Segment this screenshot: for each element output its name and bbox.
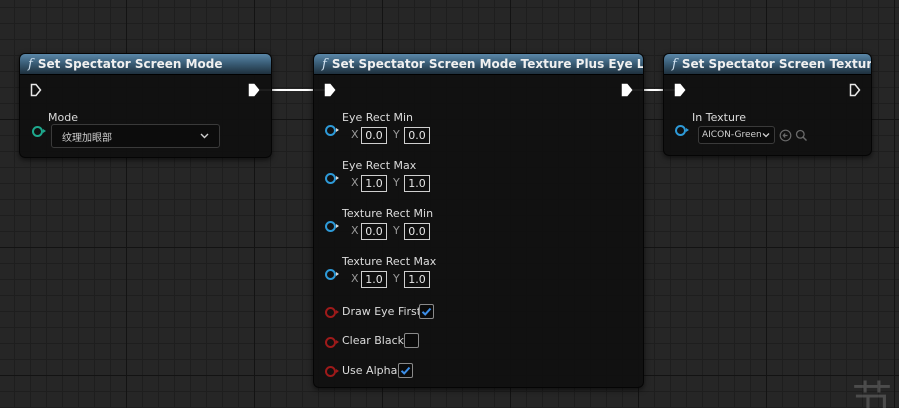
function-icon: f	[322, 56, 327, 72]
texture-rect-min-label: Texture Rect Min	[342, 207, 434, 220]
watermark-glyph: 节	[852, 378, 892, 408]
axis-y-label: Y	[393, 272, 400, 285]
eye-rect-max-x-input[interactable]: 1.0	[361, 175, 387, 192]
axis-y-label: Y	[393, 176, 400, 189]
clear-black-pin[interactable]	[325, 337, 339, 348]
in-texture-value: AICON-Green	[702, 130, 762, 140]
chevron-down-icon	[200, 133, 209, 139]
exec-out-pin[interactable]	[248, 83, 260, 97]
axis-x-label: X	[351, 272, 359, 285]
node-header[interactable]: f Set Spectator Screen Texture	[664, 54, 871, 75]
chevron-down-icon	[762, 133, 770, 138]
texture-rect-max-x-input[interactable]: 1.0	[361, 271, 387, 288]
texture-rect-max-label: Texture Rect Max	[342, 255, 437, 268]
exec-out-pin[interactable]	[621, 83, 633, 97]
node-title: Set Spectator Screen Texture	[681, 57, 872, 71]
use-alpha-pin[interactable]	[325, 366, 339, 377]
node-header[interactable]: f Set Spectator Screen Mode	[20, 54, 271, 75]
axis-x-label: X	[351, 224, 359, 237]
draw-eye-first-label: Draw Eye First	[342, 305, 422, 318]
node-header[interactable]: f Set Spectator Screen Mode Texture Plus…	[314, 54, 643, 75]
mode-label: Mode	[48, 111, 78, 124]
eye-rect-min-x-input[interactable]: 0.0	[361, 127, 387, 144]
mode-dropdown[interactable]: 纹理加眼部	[51, 124, 220, 148]
exec-in-pin[interactable]	[674, 83, 686, 97]
eye-rect-max-y-input[interactable]: 1.0	[404, 175, 430, 192]
mode-dropdown-value: 纹理加眼部	[62, 132, 112, 144]
node-set-spectator-screen-mode[interactable]: f Set Spectator Screen Mode Mode 纹理加眼部	[19, 53, 272, 158]
eye-rect-max-label: Eye Rect Max	[342, 159, 417, 172]
clear-black-checkbox[interactable]	[404, 333, 419, 348]
texture-rect-min-x-input[interactable]: 0.0	[361, 223, 387, 240]
draw-eye-first-checkbox[interactable]	[419, 304, 434, 319]
in-texture-asset-picker[interactable]: AICON-Green	[698, 126, 775, 144]
exec-out-pin[interactable]	[849, 83, 861, 97]
axis-x-label: X	[351, 176, 359, 189]
use-alpha-label: Use Alpha	[342, 364, 398, 377]
in-texture-pin[interactable]	[675, 125, 689, 136]
node-set-spectator-screen-mode-texture-plus-eye-layout[interactable]: f Set Spectator Screen Mode Texture Plus…	[313, 53, 644, 388]
texture-rect-max-y-input[interactable]: 1.0	[404, 271, 430, 288]
node-title: Set Spectator Screen Mode Texture Plus E…	[331, 57, 644, 71]
axis-x-label: X	[351, 128, 359, 141]
exec-in-pin[interactable]	[30, 83, 42, 97]
function-icon: f	[672, 56, 677, 72]
check-icon	[421, 307, 432, 316]
check-icon	[400, 366, 411, 375]
texture-rect-min-pin[interactable]	[325, 221, 339, 232]
draw-eye-first-pin[interactable]	[325, 307, 339, 318]
texture-rect-min-y-input[interactable]: 0.0	[404, 223, 430, 240]
use-alpha-checkbox[interactable]	[398, 363, 413, 378]
node-set-spectator-screen-texture[interactable]: f Set Spectator Screen Texture In Textur…	[663, 53, 872, 156]
eye-rect-min-pin[interactable]	[325, 125, 339, 136]
clear-black-label: Clear Black	[342, 334, 405, 347]
mode-pin[interactable]	[32, 126, 46, 137]
axis-y-label: Y	[393, 128, 400, 141]
node-title: Set Spectator Screen Mode	[37, 57, 223, 71]
arrow-left-circle-icon[interactable]	[779, 129, 792, 142]
search-icon[interactable]	[795, 129, 808, 142]
in-texture-label: In Texture	[692, 111, 746, 124]
eye-rect-min-y-input[interactable]: 0.0	[404, 127, 430, 144]
texture-rect-max-pin[interactable]	[325, 269, 339, 280]
eye-rect-min-label: Eye Rect Min	[342, 111, 414, 124]
function-icon: f	[28, 56, 33, 72]
exec-in-pin[interactable]	[324, 83, 336, 97]
eye-rect-max-pin[interactable]	[325, 173, 339, 184]
axis-y-label: Y	[393, 224, 400, 237]
